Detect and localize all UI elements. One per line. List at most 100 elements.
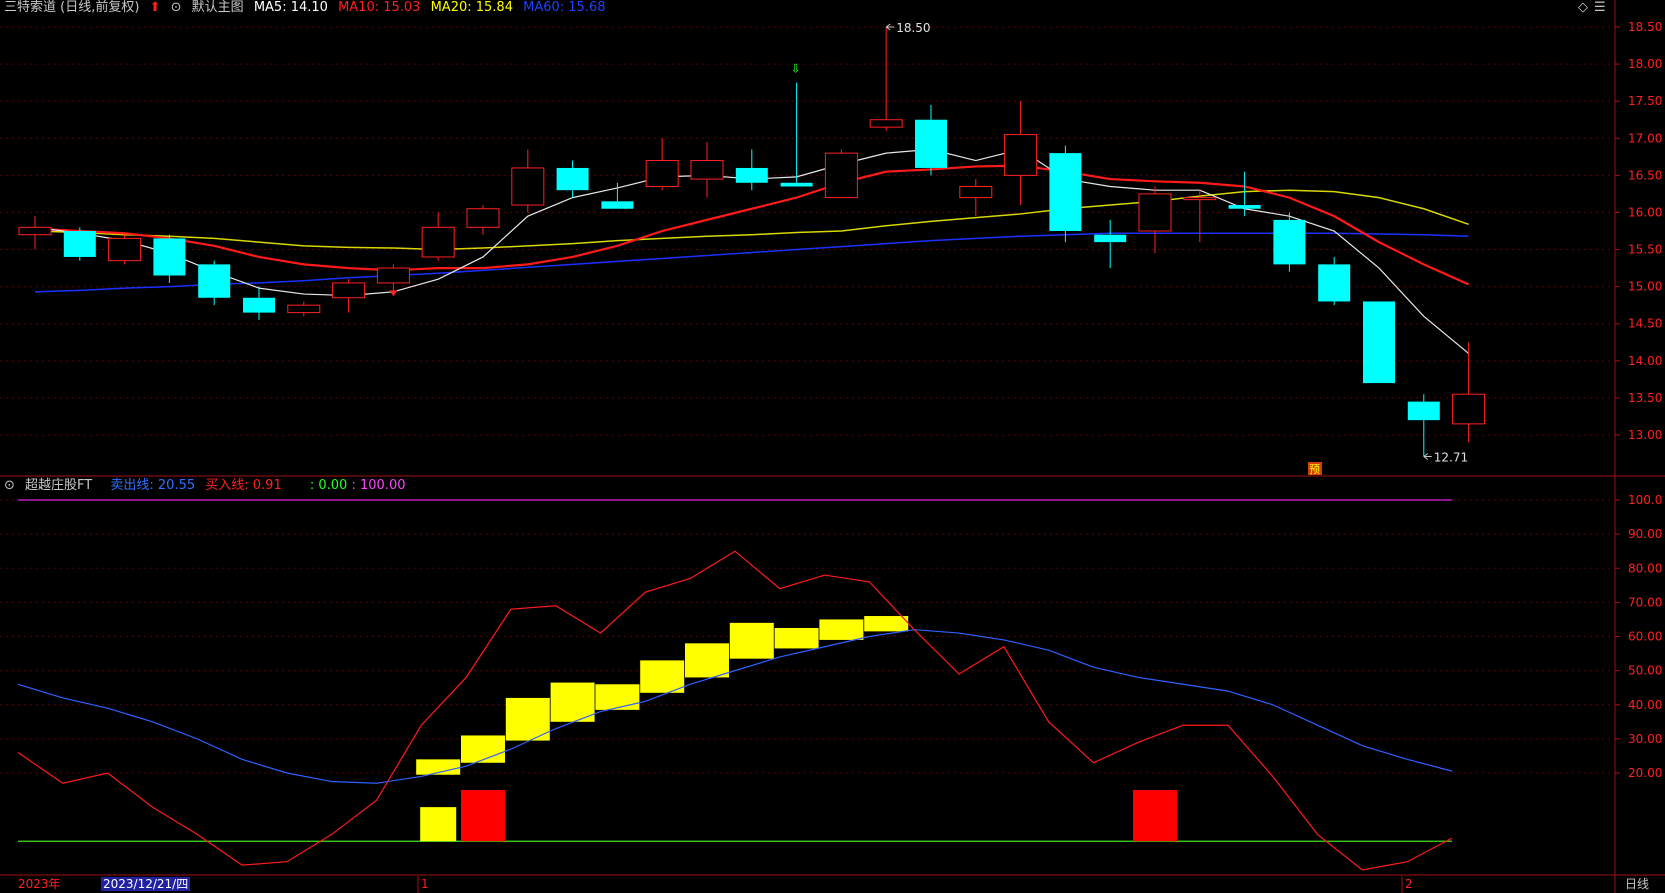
top-right-controls: ◇ ☰ (1578, 0, 1612, 16)
candle-body (332, 282, 366, 299)
low-marker-arrow (1423, 453, 1432, 460)
candle-body (1318, 264, 1351, 302)
candle (1183, 190, 1217, 243)
candle-body (915, 119, 947, 168)
price-tick-label: 16.50 (1628, 168, 1662, 182)
ma10-label: MA10: 15.03 (338, 0, 421, 15)
yellow-signal-bar (595, 684, 640, 710)
candle-body (824, 152, 858, 199)
month-1-label: 1 (421, 877, 429, 891)
candle (959, 179, 993, 217)
chevron-circle-icon[interactable]: ⊙ (171, 0, 182, 15)
candle (511, 149, 545, 213)
hundred-label: : 100.00 (351, 478, 406, 493)
candle-body (1273, 219, 1306, 265)
price-tick-label: 13.00 (1628, 428, 1662, 442)
candle (1318, 256, 1351, 306)
candle-body (645, 160, 679, 187)
price-tick-label: 17.00 (1628, 131, 1662, 145)
up-arrow-icon: ⬆ (149, 0, 161, 15)
price-tick-label: 18.00 (1628, 57, 1662, 71)
candle-body (735, 167, 768, 183)
candle-body (690, 160, 724, 180)
stock-title[interactable]: 三特索道 (日线,前复权) (4, 0, 139, 15)
indicator-name[interactable]: 超越庄股FT (25, 478, 92, 493)
candle-body (63, 231, 96, 257)
indicator-tick-label: 30.00 (1628, 732, 1662, 746)
candle (63, 227, 96, 261)
yellow-signal-bar (774, 627, 819, 649)
candle-body (556, 167, 589, 191)
candle (601, 182, 634, 209)
candle-body (198, 264, 231, 298)
chart-canvas[interactable]: 18.50 18.00 17.50 17.00 16.50 16.00 15.50 15.00… (0, 0, 1665, 893)
indicator-tick-label: 20.00 (1628, 766, 1662, 780)
candle (1228, 171, 1261, 217)
candle (1363, 301, 1395, 384)
indicator-tick-label: 100.0 (1628, 493, 1662, 507)
candle (421, 212, 455, 261)
candle-body (243, 297, 275, 313)
indicator-header: ⊙ 超越庄股FT 卖出线: 20.55 买入线: 0.91 : 0.00 : 1… (4, 478, 411, 494)
yellow-signal-bar (685, 643, 729, 678)
candle (824, 149, 858, 199)
ma20-label: MA20: 15.84 (430, 0, 513, 15)
candle (1094, 219, 1127, 269)
candle-body (1407, 401, 1440, 421)
candle-body (1049, 153, 1082, 231)
candle-body (421, 226, 455, 258)
candle (735, 149, 768, 191)
high-price-label: 18.50 (896, 21, 930, 35)
candle (1273, 212, 1306, 272)
view-name[interactable]: 默认主图 (192, 0, 244, 15)
candle (18, 216, 52, 250)
candle (556, 160, 589, 198)
indicator-tick-label: 80.00 (1628, 561, 1662, 575)
candle (1452, 342, 1486, 443)
candle (243, 286, 275, 321)
candle (376, 264, 410, 295)
yellow-signal-bar (819, 619, 864, 640)
bottom-signal-block (1133, 790, 1177, 842)
candle-body (869, 119, 903, 128)
price-tick-label: 18.50 (1628, 20, 1662, 34)
yellow-signal-bar (729, 622, 774, 659)
candle (1138, 186, 1172, 254)
candle-body (108, 237, 142, 262)
price-tick-label: 15.50 (1628, 243, 1662, 257)
period-button[interactable]: 日线 (1625, 877, 1649, 891)
candle (869, 27, 903, 131)
price-tick-label: 14.00 (1628, 354, 1662, 368)
candle (108, 234, 142, 265)
candle-body (959, 185, 993, 199)
zero-label: : 0.00 (309, 478, 348, 493)
indicator-tick-label: 70.00 (1628, 595, 1662, 609)
yellow-signal-bar (640, 660, 685, 693)
price-tick-label: 13.50 (1628, 391, 1662, 405)
yellow-signal-bar (864, 616, 909, 632)
ma20-line (34, 189, 1469, 251)
candle-body (1094, 234, 1127, 243)
high-marker-arrow (885, 23, 895, 31)
candle-body (601, 201, 634, 209)
candle-body (1363, 301, 1395, 384)
candle-body (287, 304, 321, 314)
indicator-tick-label: 60.00 (1628, 630, 1662, 644)
pre-badge-label: 预 (1309, 463, 1320, 476)
candle (1407, 394, 1440, 457)
diamond-icon[interactable]: ◇ (1578, 0, 1588, 15)
candle-body (1004, 134, 1038, 176)
candle-body (511, 167, 545, 206)
chevron-circle-icon[interactable]: ⊙ (4, 478, 15, 493)
candle-body (780, 182, 813, 187)
candle (780, 82, 813, 187)
candle (1004, 101, 1038, 206)
green-down-arrow-icon: ⇩ (791, 62, 801, 76)
buy-line-label: 买入线: 0.91 (205, 478, 282, 493)
candle-body (153, 238, 186, 276)
candle (645, 138, 679, 191)
menu-lines-icon[interactable]: ☰ (1594, 0, 1606, 15)
indicator-tick-label: 40.00 (1628, 698, 1662, 712)
ma60-label: MA60: 15.68 (523, 0, 606, 15)
price-tick-label: 16.00 (1628, 205, 1662, 219)
